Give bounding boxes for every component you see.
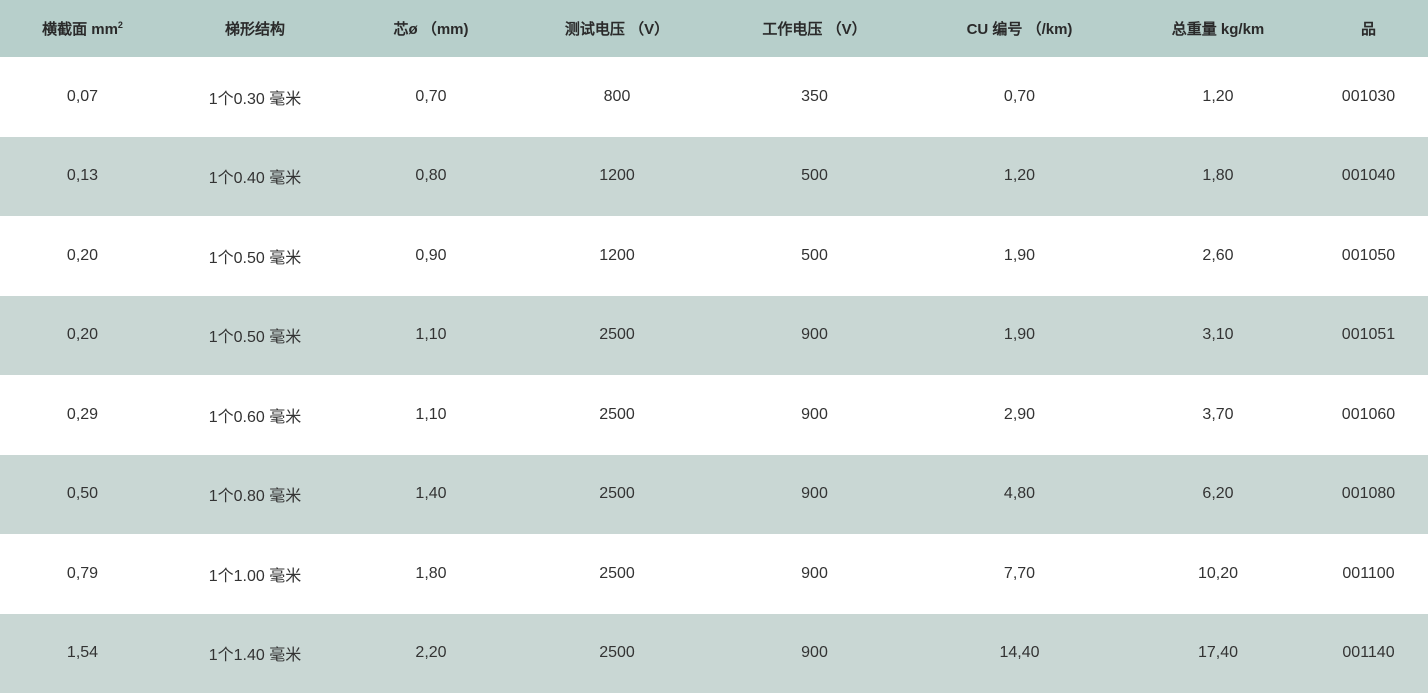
cell-total-weight: 6,20 — [1127, 455, 1309, 535]
cell-core-diameter: 0,80 — [345, 137, 517, 217]
cell-cu-number: 1,90 — [912, 216, 1127, 296]
table-row: 0,201个0.50 毫米1,1025009001,903,10001051 — [0, 296, 1428, 376]
cell-test-voltage: 1200 — [517, 216, 717, 296]
cell-cu-number: 2,90 — [912, 375, 1127, 455]
cell-product: 001051 — [1309, 296, 1428, 376]
cell-cross-section: 0,79 — [0, 534, 165, 614]
cell-product: 001050 — [1309, 216, 1428, 296]
cell-cross-section: 0,20 — [0, 216, 165, 296]
cell-cu-number: 7,70 — [912, 534, 1127, 614]
cell-cu-number: 14,40 — [912, 614, 1127, 693]
cell-working-voltage: 500 — [717, 216, 912, 296]
cell-core-diameter: 0,90 — [345, 216, 517, 296]
cell-working-voltage: 350 — [717, 57, 912, 137]
cell-stranding: 1个0.50 毫米 — [165, 296, 345, 376]
table-row: 1,541个1.40 毫米2,20250090014,4017,40001140 — [0, 614, 1428, 693]
cell-test-voltage: 2500 — [517, 296, 717, 376]
cell-product: 001040 — [1309, 137, 1428, 217]
table-row: 0,791个1.00 毫米1,8025009007,7010,20001100 — [0, 534, 1428, 614]
cell-cross-section: 0,20 — [0, 296, 165, 376]
cell-product: 001100 — [1309, 534, 1428, 614]
cell-working-voltage: 900 — [717, 455, 912, 535]
cell-product: 001030 — [1309, 57, 1428, 137]
cell-product: 001080 — [1309, 455, 1428, 535]
cell-total-weight: 1,20 — [1127, 57, 1309, 137]
cell-product: 001140 — [1309, 614, 1428, 693]
cell-total-weight: 2,60 — [1127, 216, 1309, 296]
cell-cross-section: 0,29 — [0, 375, 165, 455]
header-cross-section: 横截面 mm2 — [0, 0, 165, 57]
cell-total-weight: 3,10 — [1127, 296, 1309, 376]
cell-core-diameter: 1,80 — [345, 534, 517, 614]
header-working-voltage: 工作电压 （V） — [717, 0, 912, 57]
cell-cu-number: 1,20 — [912, 137, 1127, 217]
cell-working-voltage: 900 — [717, 614, 912, 693]
cell-cu-number: 4,80 — [912, 455, 1127, 535]
table-header: 横截面 mm2 梯形结构 芯ø （mm) 测试电压 （V） 工作电压 （V） C… — [0, 0, 1428, 57]
cell-total-weight: 3,70 — [1127, 375, 1309, 455]
cell-stranding: 1个0.30 毫米 — [165, 57, 345, 137]
cell-core-diameter: 1,10 — [345, 296, 517, 376]
header-row: 横截面 mm2 梯形结构 芯ø （mm) 测试电压 （V） 工作电压 （V） C… — [0, 0, 1428, 57]
cell-test-voltage: 2500 — [517, 455, 717, 535]
cell-working-voltage: 900 — [717, 375, 912, 455]
cell-working-voltage: 900 — [717, 296, 912, 376]
cell-test-voltage: 2500 — [517, 614, 717, 693]
table-row: 0,131个0.40 毫米0,8012005001,201,80001040 — [0, 137, 1428, 217]
cell-total-weight: 1,80 — [1127, 137, 1309, 217]
cell-cross-section: 1,54 — [0, 614, 165, 693]
header-core-diameter: 芯ø （mm) — [345, 0, 517, 57]
cell-core-diameter: 2,20 — [345, 614, 517, 693]
cell-cross-section: 0,07 — [0, 57, 165, 137]
cell-stranding: 1个1.00 毫米 — [165, 534, 345, 614]
cell-cu-number: 0,70 — [912, 57, 1127, 137]
table-row: 0,201个0.50 毫米0,9012005001,902,60001050 — [0, 216, 1428, 296]
table-body: 0,071个0.30 毫米0,708003500,701,200010300,1… — [0, 57, 1428, 693]
cell-core-diameter: 1,10 — [345, 375, 517, 455]
header-product: 品 — [1309, 0, 1428, 57]
cell-test-voltage: 2500 — [517, 375, 717, 455]
header-cu-number: CU 编号 （/km) — [912, 0, 1127, 57]
cell-stranding: 1个0.60 毫米 — [165, 375, 345, 455]
table-row: 0,291个0.60 毫米1,1025009002,903,70001060 — [0, 375, 1428, 455]
cell-core-diameter: 0,70 — [345, 57, 517, 137]
cell-working-voltage: 900 — [717, 534, 912, 614]
cell-stranding: 1个0.50 毫米 — [165, 216, 345, 296]
table-row: 0,501个0.80 毫米1,4025009004,806,20001080 — [0, 455, 1428, 535]
cell-cross-section: 0,50 — [0, 455, 165, 535]
cell-cross-section: 0,13 — [0, 137, 165, 217]
cell-test-voltage: 2500 — [517, 534, 717, 614]
header-test-voltage: 测试电压 （V） — [517, 0, 717, 57]
cell-stranding: 1个0.80 毫米 — [165, 455, 345, 535]
cell-cu-number: 1,90 — [912, 296, 1127, 376]
cell-test-voltage: 1200 — [517, 137, 717, 217]
table-row: 0,071个0.30 毫米0,708003500,701,20001030 — [0, 57, 1428, 137]
cell-stranding: 1个0.40 毫米 — [165, 137, 345, 217]
cable-spec-table: 横截面 mm2 梯形结构 芯ø （mm) 测试电压 （V） 工作电压 （V） C… — [0, 0, 1428, 693]
header-total-weight: 总重量 kg/km — [1127, 0, 1309, 57]
cell-test-voltage: 800 — [517, 57, 717, 137]
cell-stranding: 1个1.40 毫米 — [165, 614, 345, 693]
cell-total-weight: 10,20 — [1127, 534, 1309, 614]
header-stranding: 梯形结构 — [165, 0, 345, 57]
cell-core-diameter: 1,40 — [345, 455, 517, 535]
cell-total-weight: 17,40 — [1127, 614, 1309, 693]
cell-product: 001060 — [1309, 375, 1428, 455]
cell-working-voltage: 500 — [717, 137, 912, 217]
